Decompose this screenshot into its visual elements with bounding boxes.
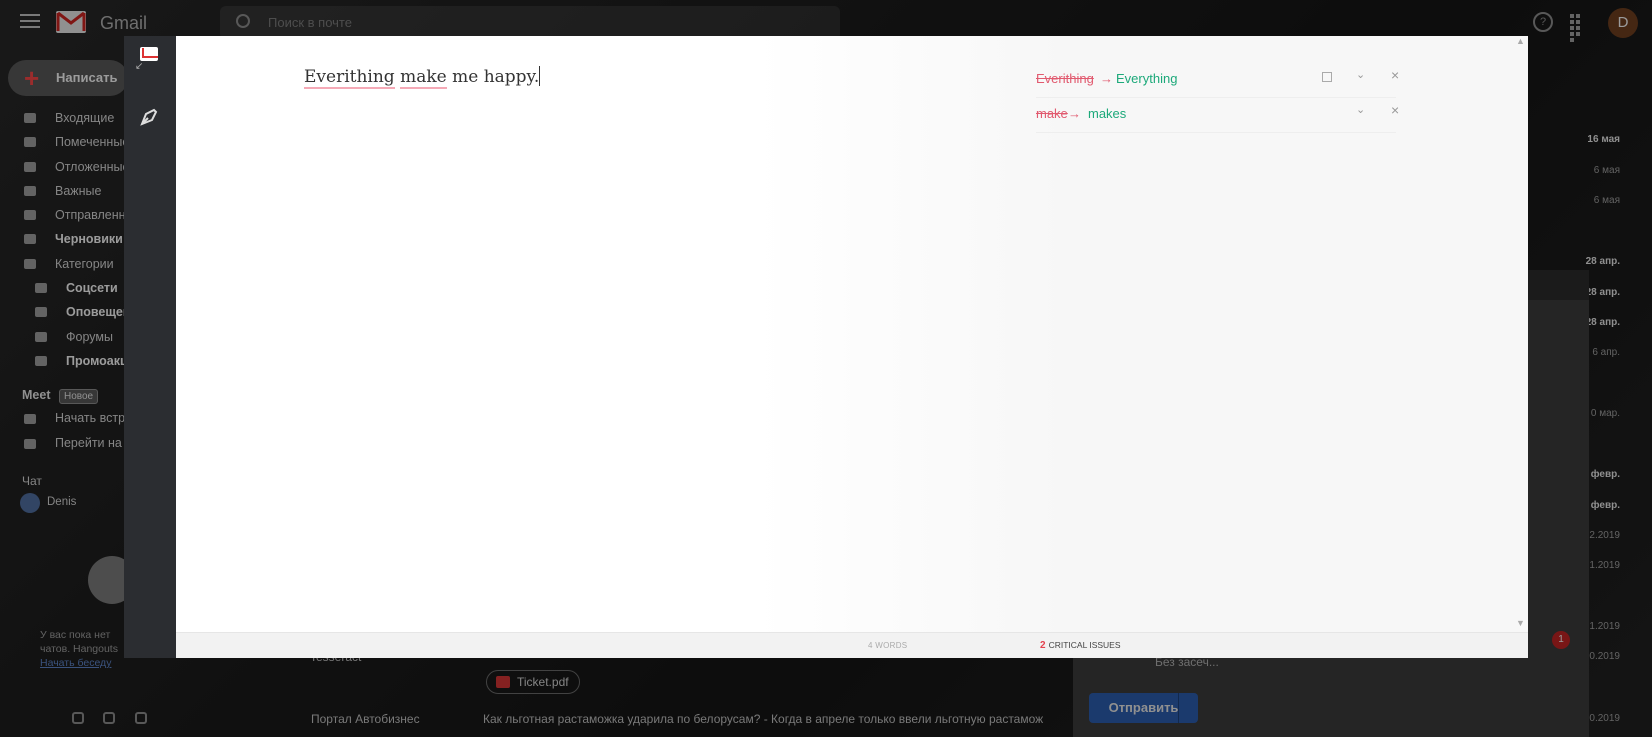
suggestion-original: Everithing [1036, 71, 1094, 86]
error-word[interactable]: make [400, 67, 447, 89]
text-caret [539, 66, 541, 86]
arrow-right-icon: → [1068, 106, 1081, 121]
chevron-down-icon[interactable]: ⌄ [1356, 68, 1365, 81]
issues-count: 2 [1040, 640, 1046, 651]
scroll-down-arrow-icon[interactable]: ▼ [1516, 618, 1525, 628]
document-text-rest: me happy. [446, 67, 540, 87]
document-text[interactable]: Everithing make me happy. [304, 66, 541, 89]
issues-label: CRITICAL ISSUES [1048, 640, 1121, 650]
critical-issues-indicator[interactable]: 2 CRITICAL ISSUES [1040, 640, 1121, 651]
card-expand-icon[interactable] [1322, 72, 1332, 82]
grammarly-editor: Everithing make me happy. Everithing → E… [176, 36, 1528, 658]
suggestion-replacement[interactable]: makes [1088, 106, 1126, 121]
word-count: 4 WORDS [868, 641, 908, 650]
suggestion-original: make [1036, 106, 1068, 121]
status-bar: 4 WORDS 2 CRITICAL ISSUES [176, 632, 1528, 658]
grammarly-sidebar: ↙ [124, 36, 176, 658]
close-icon[interactable]: × [1391, 67, 1399, 83]
scroll-up-arrow-icon[interactable]: ▲ [1516, 36, 1525, 46]
return-arrow-icon[interactable]: ↙ [135, 61, 143, 72]
close-icon[interactable]: × [1391, 102, 1399, 118]
error-word[interactable]: Everithing [304, 67, 395, 89]
gmail-icon[interactable] [140, 47, 158, 61]
arrow-right-icon: → [1100, 71, 1113, 86]
suggestion-card[interactable]: Everithing → Everything ⌄ × [1036, 64, 1399, 98]
chevron-down-icon[interactable]: ⌄ [1356, 103, 1365, 116]
suggestion-card[interactable]: make → makes ⌄ × [1036, 99, 1399, 133]
pen-icon[interactable] [138, 106, 160, 128]
suggestion-replacement[interactable]: Everything [1116, 71, 1177, 86]
